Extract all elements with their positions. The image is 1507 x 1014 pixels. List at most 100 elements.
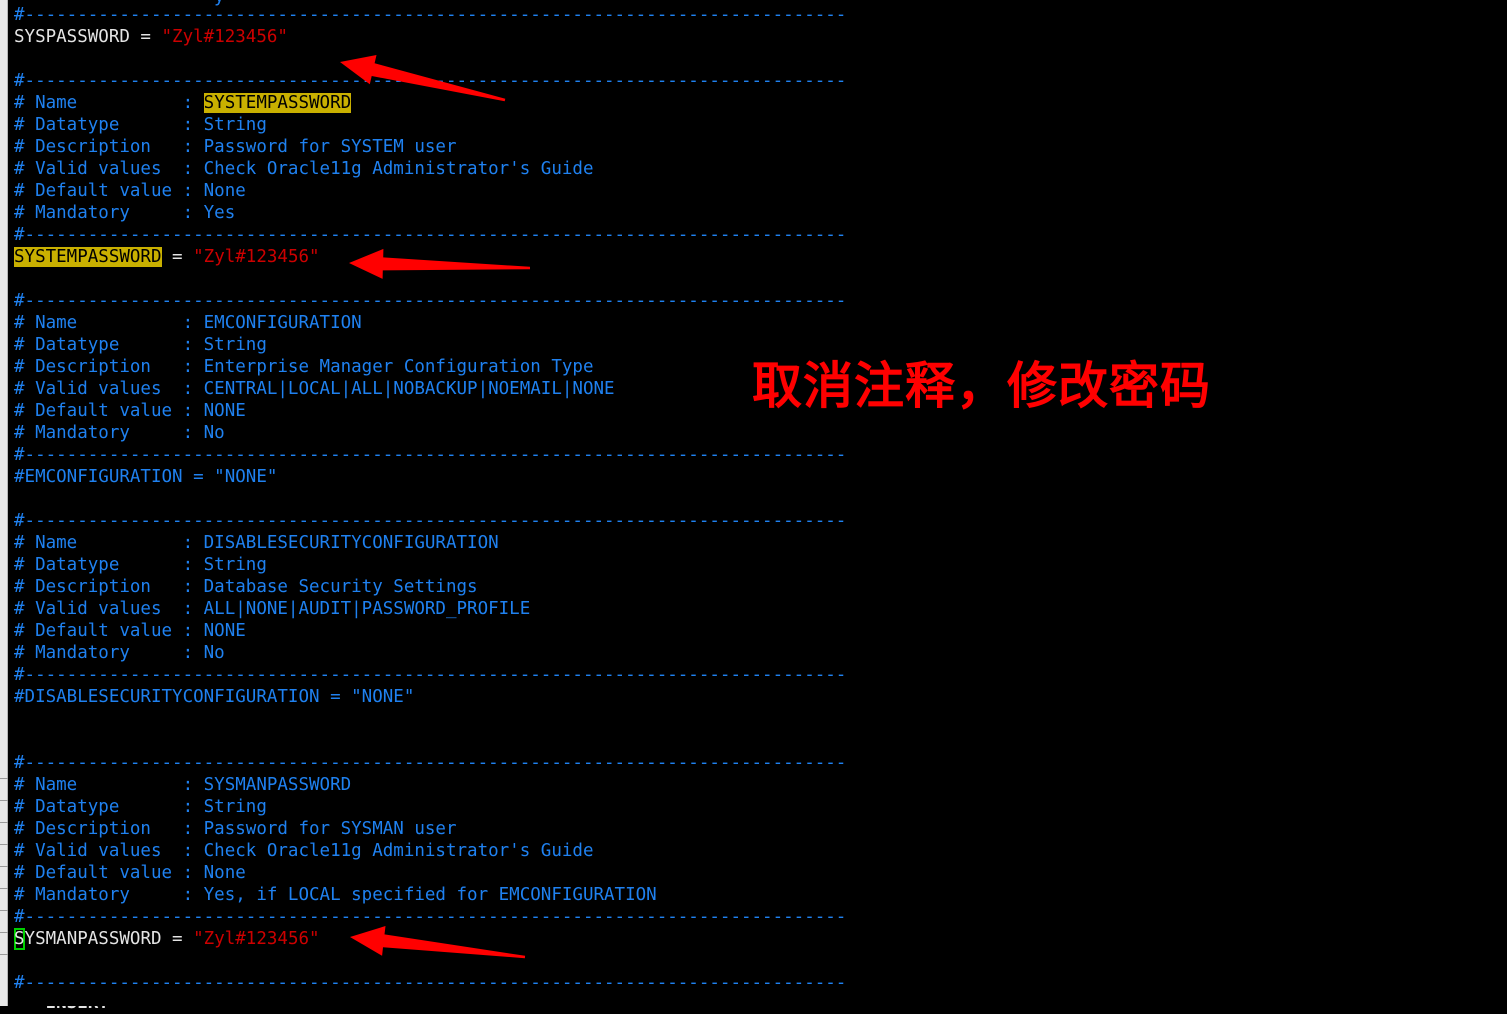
- code-line[interactable]: # Default value : NONE: [14, 400, 246, 422]
- code-line[interactable]: #---------------------------------------…: [14, 224, 846, 246]
- code-line[interactable]: # Mandatory : Yes, if LOCAL specified fo…: [14, 884, 657, 906]
- gutter-tick: [0, 932, 8, 933]
- code-line[interactable]: SYSMANPASSWORD = "Zyl#123456": [14, 928, 320, 950]
- string-literal: "Zyl#123456": [193, 929, 320, 949]
- code-line[interactable]: #---------------------------------------…: [14, 906, 846, 928]
- gutter-tick: [0, 844, 8, 845]
- search-match-highlight: SYSTEMPASSWORD: [14, 247, 162, 267]
- code-line[interactable]: # Description : Enterprise Manager Confi…: [14, 356, 593, 378]
- code-line[interactable]: #EMCONFIGURATION = "NONE": [14, 466, 277, 488]
- code-text: # Default value : None: [14, 181, 246, 201]
- code-line[interactable]: # Valid values : ALL|NONE|AUDIT|PASSWORD…: [14, 598, 530, 620]
- code-line[interactable]: #---------------------------------------…: [14, 70, 846, 92]
- code-line[interactable]: # Mandatory : Yes: [14, 202, 235, 224]
- code-line[interactable]: #---------------------------------------…: [14, 510, 846, 532]
- string-literal: "Zyl#123456": [161, 27, 288, 47]
- code-line[interactable]: [14, 268, 25, 290]
- gutter-tick: [0, 910, 8, 911]
- background-window-gutter: [0, 0, 8, 1006]
- code-line[interactable]: # Name : DISABLESECURITYCONFIGURATION: [14, 532, 499, 554]
- code-line[interactable]: [14, 488, 25, 510]
- gutter-tick: [0, 888, 8, 889]
- code-line[interactable]: # Default value : NONE: [14, 620, 246, 642]
- code-line[interactable]: #---------------------------------------…: [14, 752, 846, 774]
- code-line[interactable]: # Mandatory : No: [14, 422, 225, 444]
- code-line[interactable]: # Default value : None: [14, 180, 246, 202]
- code-line[interactable]: # Description : Database Security Settin…: [14, 576, 478, 598]
- code-text: #---------------------------------------…: [14, 445, 847, 465]
- code-text: #---------------------------------------…: [14, 225, 847, 245]
- gutter-tick: [0, 778, 8, 779]
- code-text: # Mandatory : No: [14, 423, 225, 443]
- code-line[interactable]: #---------------------------------------…: [14, 4, 846, 26]
- code-text: #---------------------------------------…: [14, 753, 847, 773]
- code-text: # Description : Database Security Settin…: [14, 577, 478, 597]
- code-text: # Valid values : CENTRAL|LOCAL|ALL|NOBAC…: [14, 379, 615, 399]
- code-line[interactable]: [14, 730, 25, 752]
- code-text: # Name :: [14, 93, 204, 113]
- code-text: #---------------------------------------…: [14, 907, 847, 927]
- code-line[interactable]: # Description : Password for SYSMAN user: [14, 818, 457, 840]
- code-line[interactable]: [14, 708, 25, 730]
- code-line[interactable]: [14, 950, 25, 972]
- code-text: #EMCONFIGURATION = "NONE": [14, 467, 278, 487]
- code-text: # Mandatory : No: [14, 643, 225, 663]
- code-text: # Default value : NONE: [14, 401, 246, 421]
- code-text: # Valid values : ALL|NONE|AUDIT|PASSWORD…: [14, 599, 531, 619]
- code-text: #---------------------------------------…: [14, 973, 847, 993]
- code-text: # Datatype : String: [14, 115, 267, 135]
- code-line[interactable]: #---------------------------------------…: [14, 664, 846, 686]
- string-literal: "Zyl#123456": [193, 247, 320, 267]
- code-line[interactable]: #---------------------------------------…: [14, 290, 846, 312]
- code-line[interactable]: # Name : EMCONFIGURATION: [14, 312, 362, 334]
- text-cursor: S: [14, 929, 25, 949]
- code-text: # Description : Enterprise Manager Confi…: [14, 357, 594, 377]
- code-line[interactable]: # Datatype : String: [14, 554, 267, 576]
- gutter-tick: [0, 954, 8, 955]
- code-text: # Datatype : String: [14, 555, 267, 575]
- code-line[interactable]: SYSTEMPASSWORD = "Zyl#123456": [14, 246, 320, 268]
- code-text: =: [161, 247, 194, 267]
- code-text: # Mandatory : Yes: [14, 203, 236, 223]
- code-line[interactable]: #---------------------------------------…: [14, 972, 846, 994]
- gutter-tick: [0, 822, 8, 823]
- code-line[interactable]: [14, 48, 25, 70]
- code-line[interactable]: # Valid values : Check Oracle11g Adminis…: [14, 840, 593, 862]
- code-line[interactable]: #DISABLESECURITYCONFIGURATION = "NONE": [14, 686, 414, 708]
- gutter-tick: [0, 866, 8, 867]
- code-text: YSMANPASSWORD =: [24, 929, 194, 949]
- code-text: #---------------------------------------…: [14, 665, 847, 685]
- code-line[interactable]: SYSPASSWORD = "Zyl#123456": [14, 26, 288, 48]
- code-line[interactable]: # Datatype : String: [14, 334, 267, 356]
- code-text: # Name : EMCONFIGURATION: [14, 313, 362, 333]
- code-line[interactable]: # Valid values : Check Oracle11g Adminis…: [14, 158, 593, 180]
- vim-terminal[interactable]: y #-------------------------------------…: [8, 0, 1507, 1006]
- code-line[interactable]: # Datatype : String: [14, 796, 267, 818]
- code-text: #---------------------------------------…: [14, 71, 847, 91]
- code-text: # Default value : None: [14, 863, 246, 883]
- code-text: #---------------------------------------…: [14, 5, 847, 25]
- code-line[interactable]: # Default value : None: [14, 862, 246, 884]
- code-text: #---------------------------------------…: [14, 511, 847, 531]
- code-text: # Valid values : Check Oracle11g Adminis…: [14, 159, 594, 179]
- code-text: # Description : Password for SYSTEM user: [14, 137, 457, 157]
- code-line[interactable]: # Datatype : String: [14, 114, 267, 136]
- code-line[interactable]: #---------------------------------------…: [14, 444, 846, 466]
- code-line[interactable]: # Name : SYSTEMPASSWORD: [14, 92, 352, 114]
- code-text: # Valid values : Check Oracle11g Adminis…: [14, 841, 594, 861]
- gutter-tick: [0, 800, 8, 801]
- code-text: #---------------------------------------…: [14, 291, 847, 311]
- code-line[interactable]: # Mandatory : No: [14, 642, 225, 664]
- code-line[interactable]: # Name : SYSMANPASSWORD: [14, 774, 351, 796]
- code-text: # Name : SYSMANPASSWORD: [14, 775, 352, 795]
- code-text: SYSPASSWORD =: [14, 27, 162, 47]
- code-text: # Mandatory : Yes, if LOCAL specified fo…: [14, 885, 657, 905]
- code-text: # Datatype : String: [14, 797, 267, 817]
- search-match-highlight: SYSTEMPASSWORD: [203, 93, 352, 113]
- code-line[interactable]: # Description : Password for SYSTEM user: [14, 136, 457, 158]
- code-text: #DISABLESECURITYCONFIGURATION = "NONE": [14, 687, 415, 707]
- code-text: # Description : Password for SYSMAN user: [14, 819, 457, 839]
- code-text: # Datatype : String: [14, 335, 267, 355]
- code-line[interactable]: # Valid values : CENTRAL|LOCAL|ALL|NOBAC…: [14, 378, 615, 400]
- code-text: # Name : DISABLESECURITYCONFIGURATION: [14, 533, 499, 553]
